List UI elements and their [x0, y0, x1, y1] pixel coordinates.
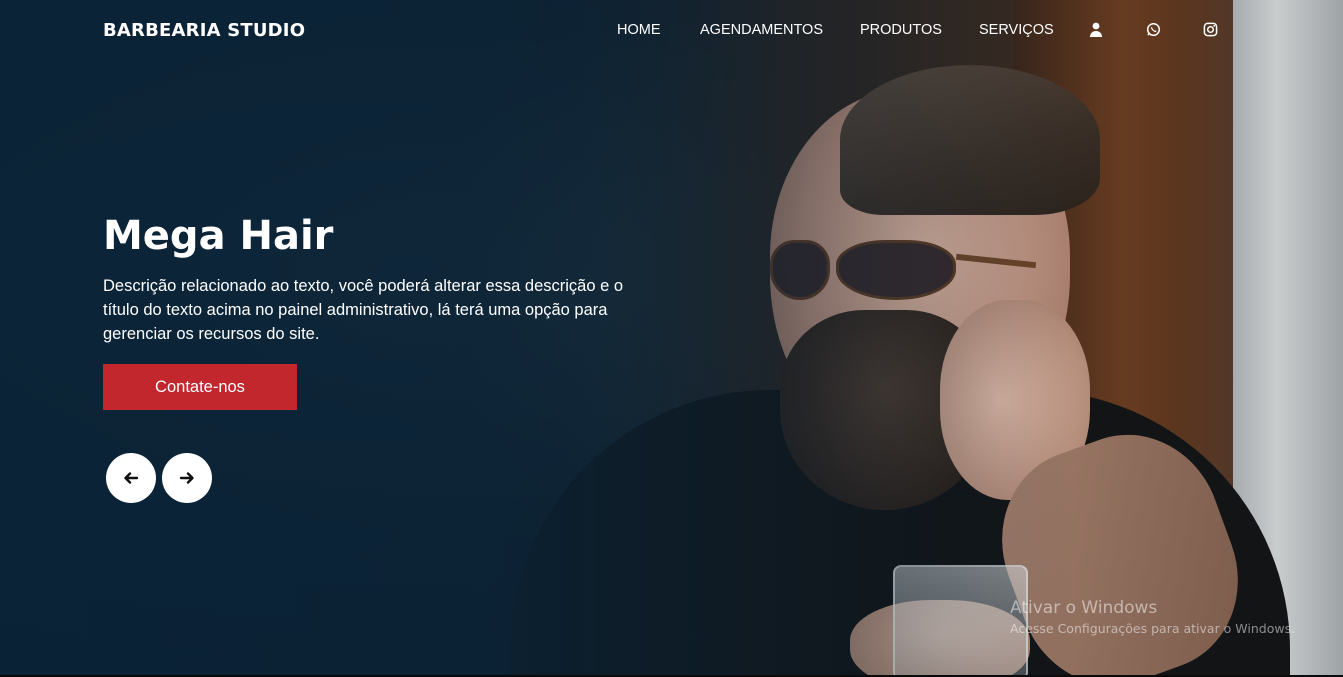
nav-item-home[interactable]: HOME	[617, 22, 661, 38]
hero-description: Descrição relacionado ao texto, você pod…	[103, 277, 624, 343]
nav-item-produtos[interactable]: PRODUTOS	[860, 22, 942, 38]
arrow-left-icon	[124, 472, 139, 484]
hero-title: Mega Hair	[103, 213, 334, 259]
nav-item-agendamentos[interactable]: AGENDAMENTOS	[700, 22, 823, 38]
user-icon[interactable]	[1089, 22, 1105, 38]
contact-button[interactable]: Contate-nos	[103, 364, 297, 410]
carousel-prev-button[interactable]	[106, 453, 156, 503]
nav-menu: HOME AGENDAMENTOS PRODUTOS SERVIÇOS	[0, 22, 1343, 42]
hero-section: BARBEARIA STUDIO HOME AGENDAMENTOS PRODU…	[0, 0, 1343, 677]
instagram-icon[interactable]	[1203, 22, 1219, 38]
whatsapp-icon[interactable]	[1146, 22, 1162, 38]
hero-content: Mega Hair Descrição relacionado ao texto…	[103, 210, 663, 410]
carousel-next-button[interactable]	[162, 453, 212, 503]
top-navbar: BARBEARIA STUDIO HOME AGENDAMENTOS PRODU…	[0, 0, 1343, 64]
nav-item-servicos[interactable]: SERVIÇOS	[979, 22, 1054, 38]
watermark-subtitle: Acesse Configurações para ativar o Windo…	[1010, 621, 1296, 636]
watermark-title: Ativar o Windows	[1010, 598, 1158, 618]
windows-activation-watermark: Ativar o Windows Acesse Configurações pa…	[1010, 598, 1295, 636]
arrow-right-icon	[179, 472, 194, 484]
